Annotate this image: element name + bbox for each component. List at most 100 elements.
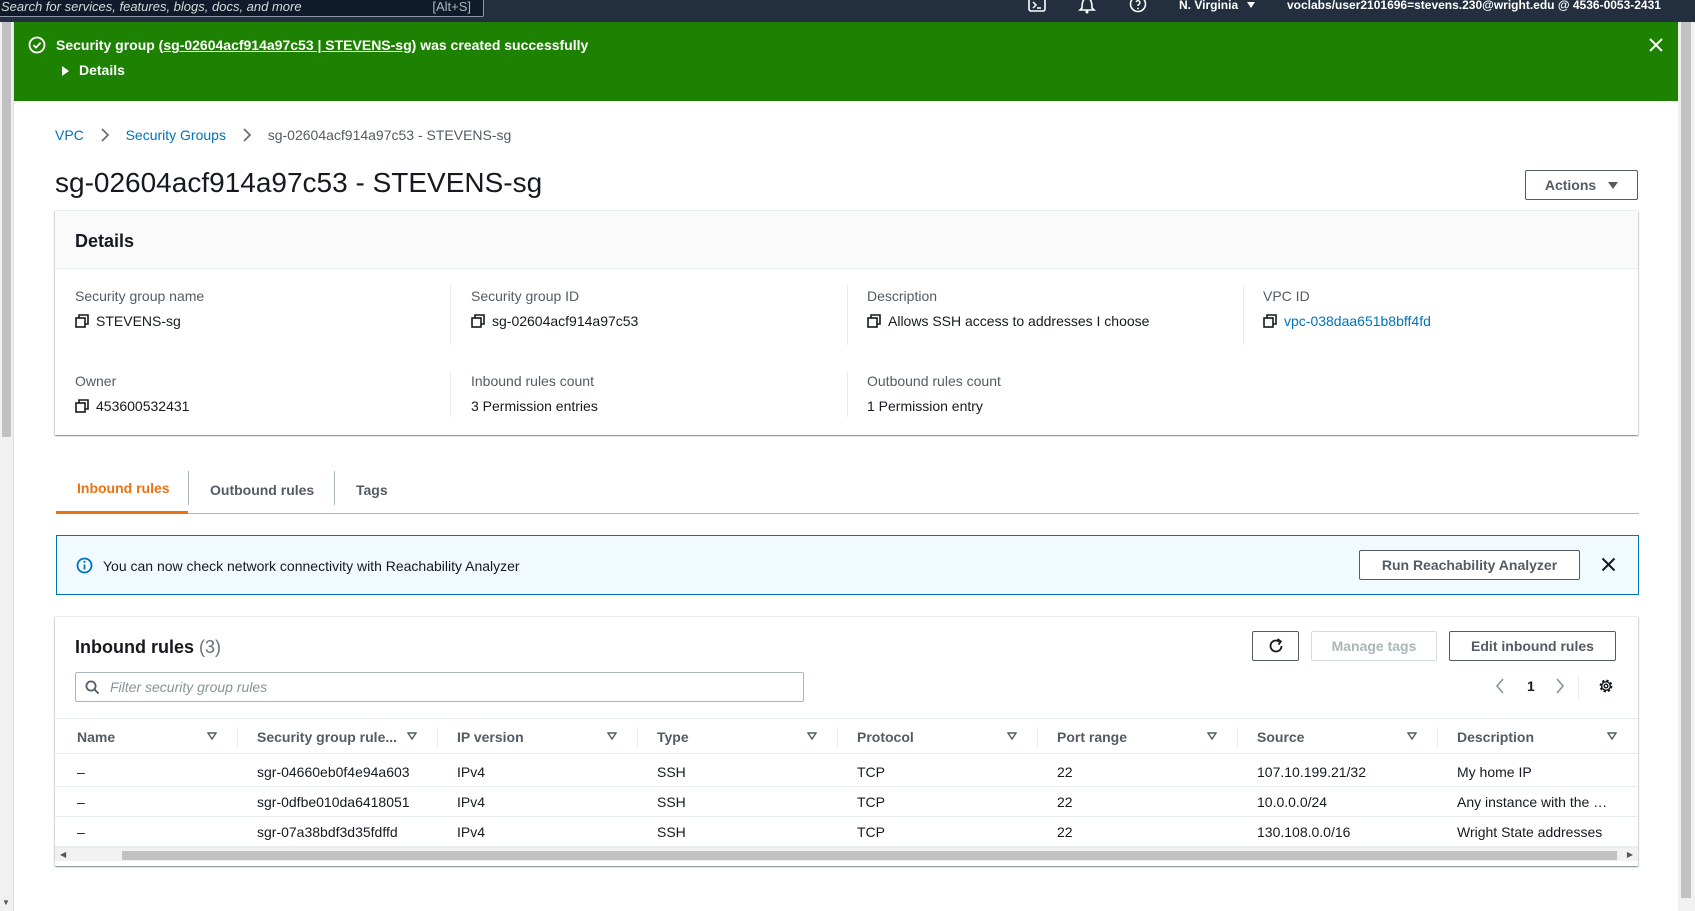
copy-icon[interactable] (867, 314, 881, 328)
column-divider (847, 285, 848, 345)
global-search-box[interactable]: Search for services, features, blogs, do… (0, 0, 484, 17)
table-row[interactable]: – sgr-04660eb0f4e94a603 IPv4 SSH TCP 22 … (55, 757, 1638, 787)
vpc-id-link[interactable]: vpc-038daa651b8bff4fd (1284, 313, 1431, 329)
check-circle-icon (28, 36, 46, 54)
cell-rule-id: sgr-07a38bdf3d35fdffd (257, 824, 398, 840)
table-row[interactable]: – sgr-07a38bdf3d35fdffd IPv4 SSH TCP 22 … (55, 817, 1638, 847)
previous-page-icon[interactable] (1495, 678, 1505, 694)
left-scrollbar[interactable]: ▼ (0, 22, 14, 911)
close-icon[interactable] (1647, 36, 1665, 54)
cell-description: Any instance with the … (1457, 794, 1608, 810)
cell-port-range: 22 (1057, 824, 1073, 840)
tab-inbound-rules[interactable]: Inbound rules (56, 465, 188, 514)
sort-icon[interactable] (1607, 731, 1617, 741)
field-value: 1 Permission entry (867, 398, 983, 414)
sort-icon[interactable] (607, 731, 617, 741)
cell-source: 107.10.199.21/32 (1257, 764, 1366, 780)
field-owner: Owner 453600532431 (75, 373, 189, 414)
button-label: Edit inbound rules (1471, 638, 1594, 654)
flash-security-group-link[interactable]: sg-02604acf914a97c53 | STEVENS-sg (163, 37, 411, 53)
scroll-left-arrow-icon[interactable]: ◀ (60, 850, 66, 859)
gear-icon[interactable] (1597, 677, 1615, 695)
top-navigation-bar: Search for services, features, blogs, do… (0, 0, 1695, 22)
column-header-label: Protocol (857, 729, 914, 745)
search-shortcut: [Alt+S] (432, 0, 471, 14)
run-reachability-analyzer-button[interactable]: Run Reachability Analyzer (1359, 550, 1580, 580)
column-divider (450, 285, 451, 345)
field-value: Allows SSH access to addresses I choose (888, 313, 1150, 329)
cell-protocol: TCP (857, 824, 885, 840)
account-label: voclabs/user2101696=stevens.230@wright.e… (1287, 0, 1661, 12)
sort-icon[interactable] (807, 731, 817, 741)
flash-message: Security group (sg-02604acf914a97c53 | S… (56, 37, 588, 53)
page-scrollbar-thumb[interactable] (1681, 22, 1691, 898)
column-divider (237, 727, 238, 747)
column-header-ip-version[interactable]: IP version (457, 719, 524, 755)
copy-icon[interactable] (75, 314, 89, 328)
account-menu[interactable]: voclabs/user2101696=stevens.230@wright.e… (1287, 0, 1661, 12)
field-label: VPC ID (1263, 288, 1310, 304)
field-value: sg-02604acf914a97c53 (492, 313, 639, 329)
field-outbound-rules-count: Outbound rules count 1 Permission entry (867, 373, 1001, 414)
sort-icon[interactable] (1007, 731, 1017, 741)
manage-tags-button[interactable]: Manage tags (1311, 631, 1437, 661)
column-header-name[interactable]: Name (77, 719, 115, 755)
search-icon (85, 680, 100, 695)
help-icon[interactable] (1129, 0, 1147, 14)
current-page-number[interactable]: 1 (1527, 678, 1535, 694)
tab-outbound-rules[interactable]: Outbound rules (210, 465, 314, 514)
sort-icon[interactable] (1407, 731, 1417, 741)
column-header-type[interactable]: Type (657, 719, 689, 755)
sort-icon[interactable] (407, 731, 417, 741)
table-row[interactable]: – sgr-0dfbe010da6418051 IPv4 SSH TCP 22 … (55, 787, 1638, 817)
refresh-button[interactable] (1252, 631, 1299, 661)
cell-rule-id: sgr-04660eb0f4e94a603 (257, 764, 410, 780)
scroll-right-arrow-icon[interactable]: ▶ (1627, 850, 1633, 859)
cloudshell-icon[interactable] (1028, 0, 1046, 14)
field-label: Security group name (75, 288, 205, 304)
column-header-description[interactable]: Description (1457, 719, 1534, 755)
column-divider (1437, 727, 1438, 747)
column-header-label: IP version (457, 729, 524, 745)
copy-icon[interactable] (471, 314, 485, 328)
copy-icon[interactable] (1263, 314, 1277, 328)
filter-rules-input[interactable] (110, 677, 790, 697)
column-header-source[interactable]: Source (1257, 719, 1304, 755)
field-label: Inbound rules count (471, 373, 594, 389)
edit-inbound-rules-button[interactable]: Edit inbound rules (1449, 631, 1616, 661)
chevron-right-icon (243, 128, 252, 142)
actions-button[interactable]: Actions (1525, 170, 1638, 200)
breadcrumb-security-groups[interactable]: Security Groups (126, 127, 226, 143)
copy-icon[interactable] (75, 399, 89, 413)
close-icon[interactable] (1600, 556, 1617, 573)
sort-icon[interactable] (1207, 731, 1217, 741)
cell-ip-version: IPv4 (457, 794, 486, 810)
inbound-rules-title: Inbound rules (3) (75, 637, 221, 658)
scroll-down-arrow-icon[interactable]: ▼ (2, 898, 10, 907)
breadcrumb-vpc[interactable]: VPC (55, 127, 84, 143)
flash-details-toggle[interactable]: Details (62, 62, 125, 78)
bell-icon[interactable] (1078, 0, 1096, 14)
tab-tags[interactable]: Tags (356, 465, 388, 514)
column-header-protocol[interactable]: Protocol (857, 719, 914, 755)
sort-icon[interactable] (207, 731, 217, 741)
pager-divider (1578, 675, 1579, 699)
column-header-port-range[interactable]: Port range (1057, 719, 1127, 755)
caret-down-icon (1247, 2, 1256, 8)
region-selector[interactable]: N. Virginia (1179, 0, 1256, 11)
horizontal-scrollbar-thumb[interactable] (122, 851, 1617, 860)
column-divider (1237, 727, 1238, 747)
tab-label: Inbound rules (77, 480, 170, 496)
left-scrollbar-thumb[interactable] (2, 22, 11, 437)
table-horizontal-scrollbar[interactable]: ◀ ▶ (55, 847, 1638, 861)
cell-ip-version: IPv4 (457, 764, 486, 780)
cell-type: SSH (657, 794, 686, 810)
details-panel-header: Details (55, 211, 1638, 269)
actions-button-label: Actions (1544, 177, 1597, 193)
breadcrumb-current: sg-02604acf914a97c53 - STEVENS-sg (267, 127, 512, 143)
page-scrollbar[interactable] (1678, 22, 1695, 911)
flash-message-prefix: Security group ( (56, 37, 164, 53)
page-title: sg-02604acf914a97c53 - STEVENS-sg (55, 167, 543, 198)
column-header-security-group-rule[interactable]: Security group rule... (257, 719, 397, 755)
next-page-icon[interactable] (1555, 678, 1565, 694)
